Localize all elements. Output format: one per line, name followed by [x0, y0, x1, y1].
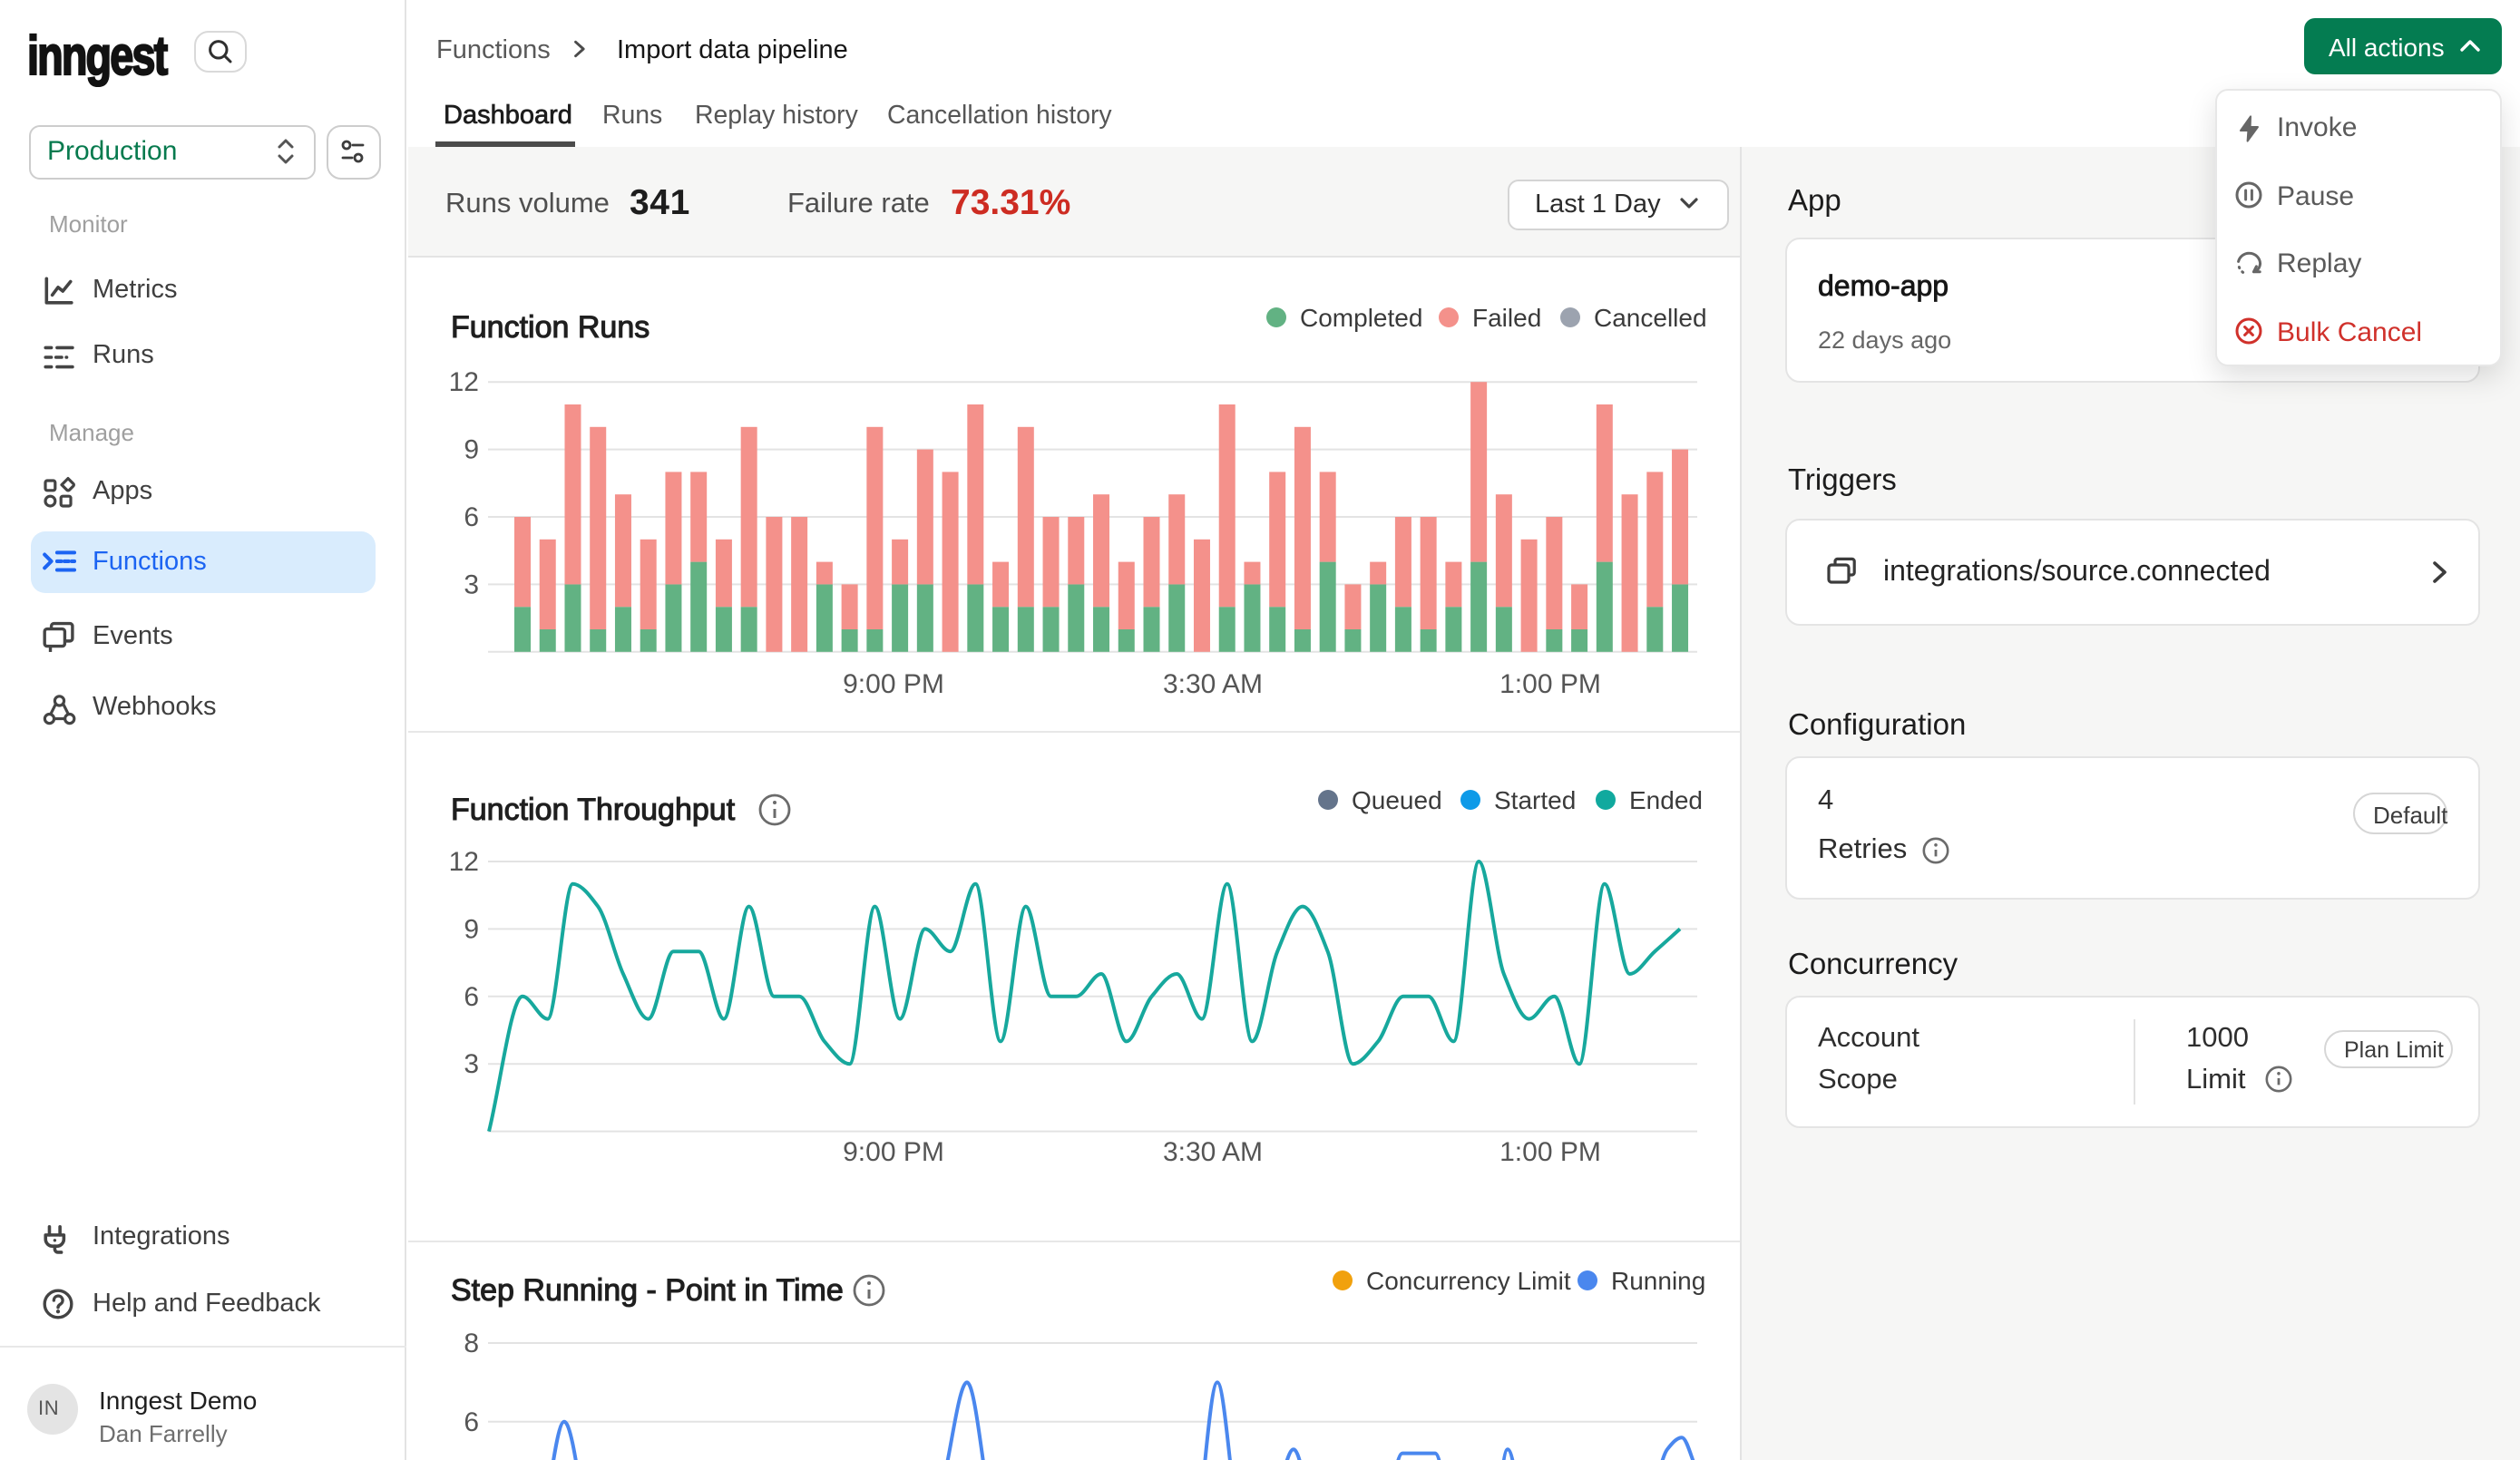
svg-text:Completed: Completed — [1299, 304, 1421, 332]
svg-text:Queued: Queued — [1351, 785, 1441, 813]
svg-text:3: 3 — [463, 569, 478, 599]
svg-text:3:30 AM: 3:30 AM — [1162, 669, 1262, 699]
svg-text:Ended: Ended — [1628, 785, 1702, 813]
svg-text:9: 9 — [463, 913, 478, 943]
svg-text:1:00 PM: 1:00 PM — [1499, 1136, 1600, 1166]
svg-text:Cancelled: Cancelled — [1593, 304, 1706, 332]
svg-text:6: 6 — [463, 1406, 478, 1436]
svg-text:9:00 PM: 9:00 PM — [842, 669, 943, 699]
svg-text:Failed: Failed — [1471, 304, 1540, 332]
svg-text:9: 9 — [463, 435, 478, 465]
svg-text:Function Throughput: Function Throughput — [450, 792, 735, 826]
svg-text:6: 6 — [463, 981, 478, 1011]
svg-text:9:00 PM: 9:00 PM — [842, 1136, 943, 1166]
svg-text:8: 8 — [463, 1328, 478, 1358]
svg-text:3:30 AM: 3:30 AM — [1162, 1136, 1262, 1166]
svg-text:6: 6 — [463, 502, 478, 532]
svg-text:3: 3 — [463, 1048, 478, 1078]
svg-text:Function Runs: Function Runs — [450, 310, 649, 345]
svg-text:Concurrency Limit: Concurrency Limit — [1365, 1266, 1570, 1294]
svg-text:1:00 PM: 1:00 PM — [1499, 669, 1600, 699]
svg-text:12: 12 — [448, 367, 478, 397]
svg-text:12: 12 — [448, 846, 478, 876]
svg-text:Running: Running — [1610, 1266, 1704, 1294]
svg-text:Step Running - Point in Time: Step Running - Point in Time — [450, 1272, 843, 1307]
svg-text:Started: Started — [1493, 785, 1575, 813]
